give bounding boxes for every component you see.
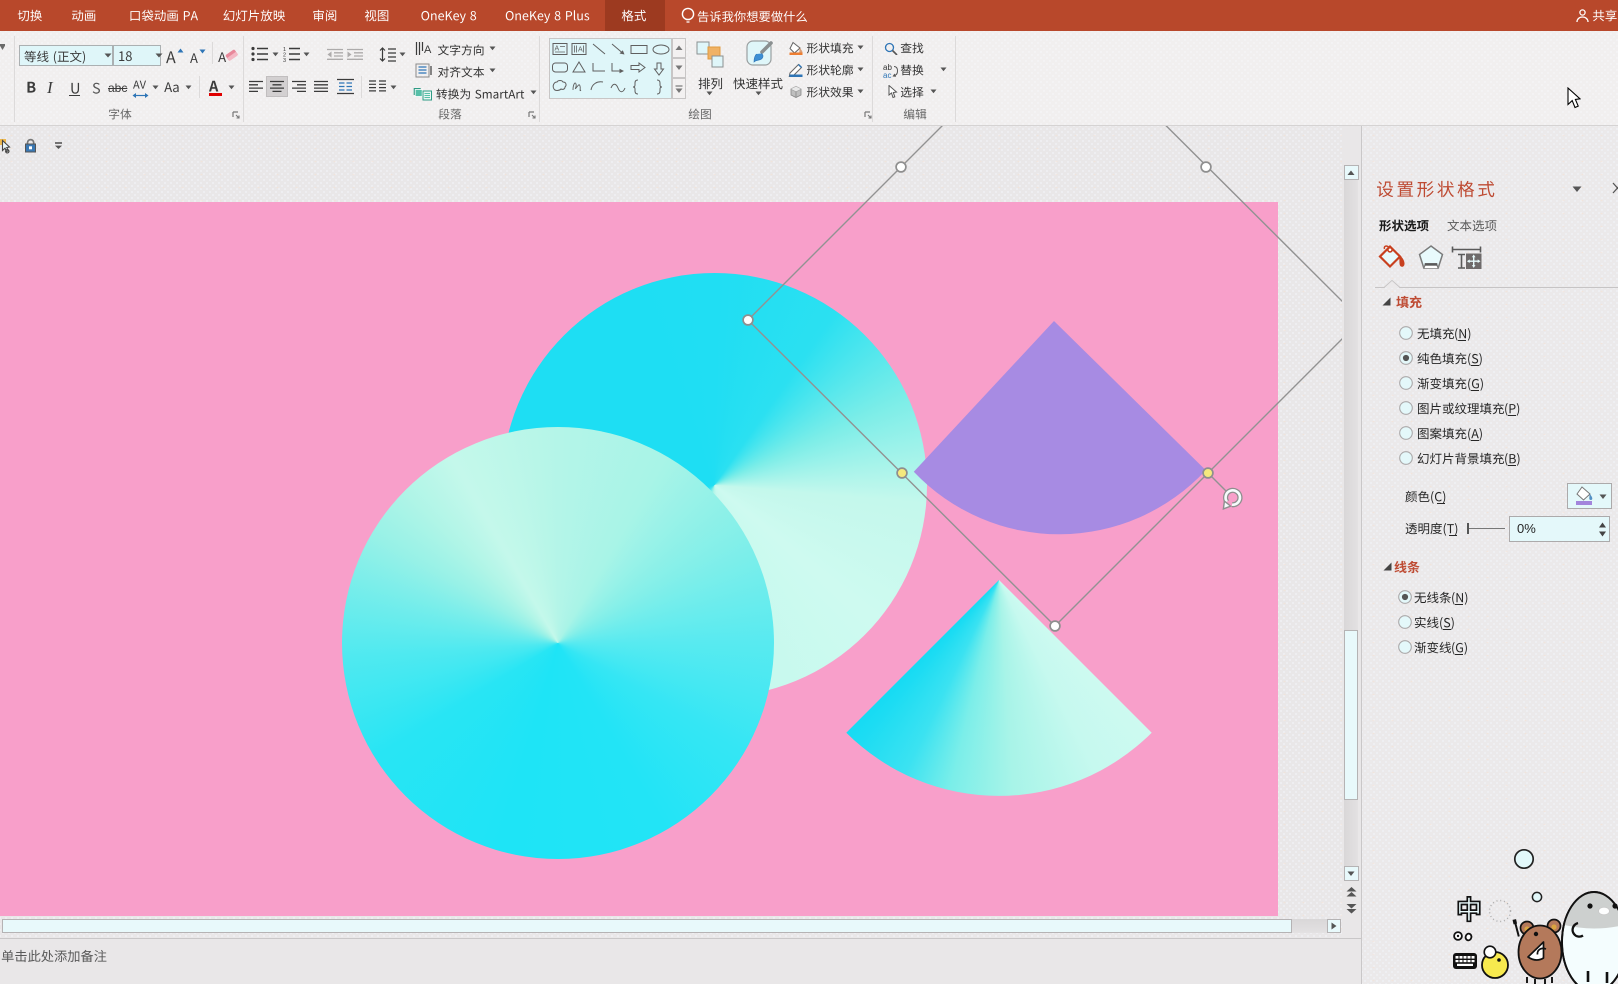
svg-text:3: 3	[283, 58, 286, 62]
svg-text:A: A	[578, 47, 583, 54]
svg-text:A: A	[424, 44, 432, 56]
svg-text:A: A	[555, 46, 560, 53]
svg-text:ac: ac	[883, 71, 891, 78]
